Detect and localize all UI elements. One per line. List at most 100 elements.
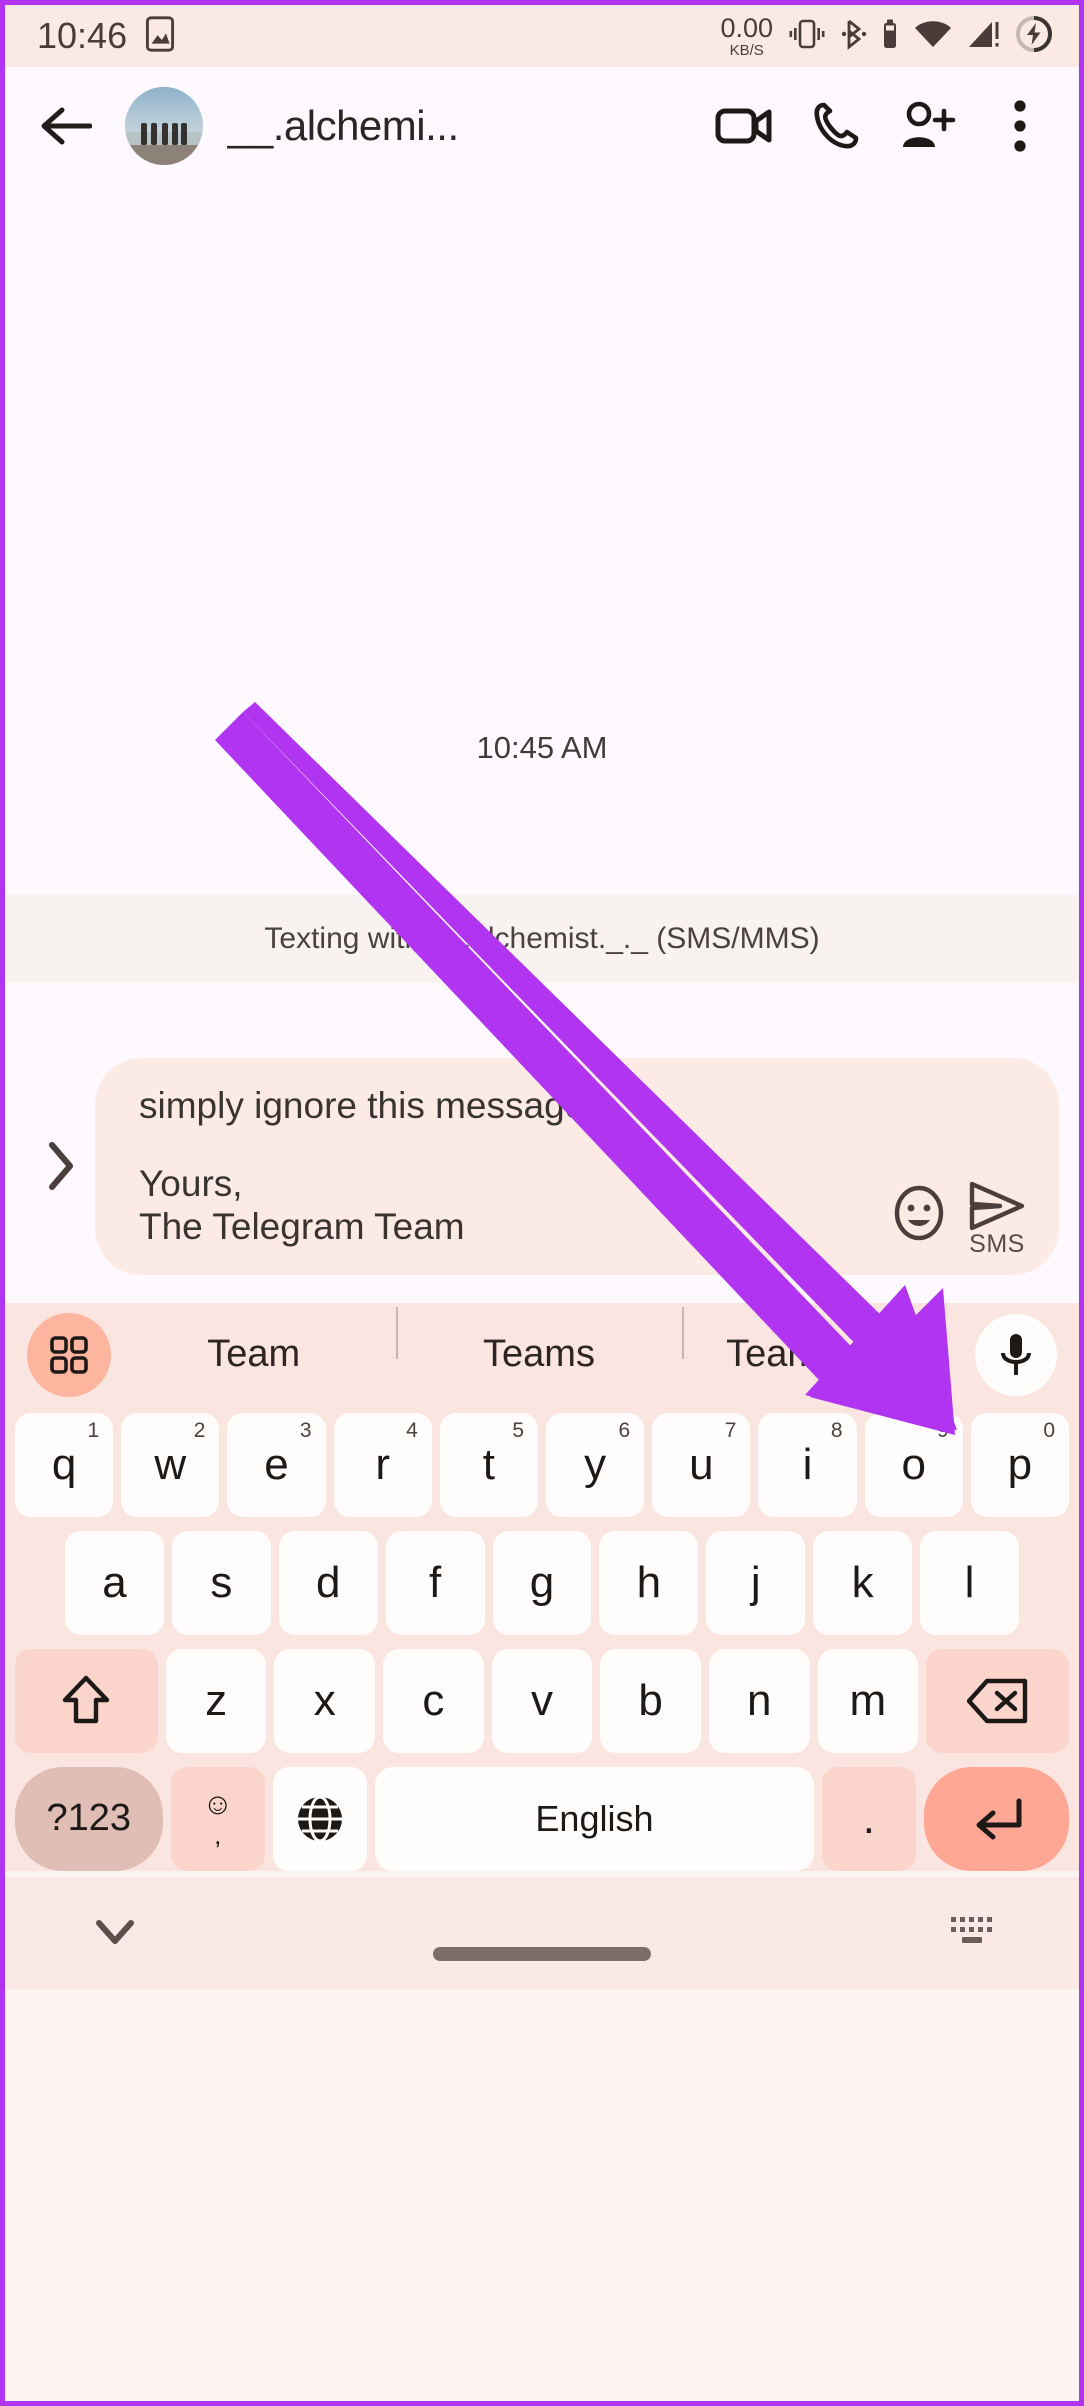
- space-key[interactable]: English: [375, 1766, 814, 1871]
- key-s[interactable]: s: [171, 1530, 271, 1635]
- switch-keyboard-button[interactable]: [949, 1913, 995, 1958]
- keyboard-row-4: ?123 ☺ , English .: [11, 1766, 1073, 1871]
- key-y[interactable]: 6y: [546, 1412, 645, 1517]
- key-p[interactable]: 0p: [970, 1412, 1070, 1517]
- key-p-label: p: [1007, 1439, 1033, 1489]
- key-t-sup: 5: [512, 1418, 524, 1442]
- composer-text-line-3: The Telegram Team: [139, 1206, 465, 1248]
- numbers-symbols-key[interactable]: ?123: [15, 1766, 163, 1871]
- language-switch-key[interactable]: [272, 1766, 368, 1871]
- key-l[interactable]: l: [920, 1530, 1020, 1635]
- enter-key[interactable]: [924, 1766, 1069, 1871]
- emoji-key[interactable]: ☺ ,: [170, 1766, 265, 1871]
- sms-banner: Texting with __.alchemist._._ (SMS/MMS): [5, 895, 1079, 983]
- key-h[interactable]: h: [599, 1530, 699, 1635]
- phone-call-icon[interactable]: [805, 95, 867, 157]
- key-m[interactable]: m: [817, 1648, 919, 1753]
- header-actions: [713, 95, 1051, 157]
- key-q-label: q: [51, 1439, 77, 1489]
- key-u-sup: 7: [724, 1418, 737, 1442]
- period-key[interactable]: .: [821, 1766, 917, 1871]
- key-j[interactable]: j: [706, 1530, 806, 1635]
- key-q[interactable]: 1q: [14, 1412, 114, 1517]
- key-v[interactable]: v: [491, 1648, 593, 1753]
- key-x[interactable]: x: [274, 1648, 376, 1753]
- key-e[interactable]: 3e: [227, 1412, 326, 1517]
- key-y-label: y: [584, 1439, 607, 1489]
- key-t[interactable]: 5t: [439, 1412, 538, 1517]
- key-r-label: r: [375, 1439, 391, 1489]
- key-d[interactable]: d: [278, 1530, 378, 1635]
- backspace-key[interactable]: [926, 1648, 1069, 1753]
- suggestion-word-2[interactable]: Teammates: [681, 1307, 967, 1376]
- chevron-down-icon: [96, 1919, 134, 1944]
- key-w-sup: 2: [193, 1418, 206, 1442]
- add-person-icon[interactable]: [897, 95, 959, 157]
- grid-apps-icon[interactable]: [27, 1312, 111, 1397]
- key-g[interactable]: g: [492, 1530, 592, 1635]
- composer-text-line-2: Yours,: [139, 1162, 243, 1204]
- status-bar: 10:46 0.00 KB/S: [5, 5, 1079, 67]
- status-bar-right: 0.00 KB/S: [720, 14, 1053, 59]
- send-paper-plane-icon: [969, 1181, 1025, 1231]
- send-button[interactable]: SMS: [955, 1180, 1039, 1259]
- message-composer: simply ignore this message Yours, The Te…: [5, 1040, 1079, 1303]
- key-o-label: o: [901, 1439, 926, 1489]
- hide-keyboard-chevron-button[interactable]: [95, 1919, 135, 1952]
- suggestion-word-1[interactable]: Teams: [396, 1307, 681, 1376]
- key-n[interactable]: n: [708, 1648, 810, 1753]
- backspace-icon: [966, 1678, 1027, 1724]
- key-o[interactable]: 9o: [864, 1412, 963, 1517]
- key-r[interactable]: 4r: [333, 1412, 432, 1517]
- keyboard-row-3: z x c v b n m: [11, 1648, 1073, 1753]
- vibrate-icon: [787, 17, 827, 56]
- video-call-icon[interactable]: [713, 95, 775, 157]
- system-navigation-bar: [5, 1876, 1079, 1989]
- emoji-key-top: ☺: [202, 1787, 234, 1821]
- key-z[interactable]: z: [165, 1648, 267, 1753]
- avatar[interactable]: [125, 87, 203, 165]
- overflow-menu-icon[interactable]: [989, 95, 1051, 157]
- data-rate-unit: KB/S: [729, 41, 764, 59]
- key-i[interactable]: 8i: [758, 1412, 857, 1517]
- conversation-area: 10:45 AM Texting with __.alchemist._._ (…: [5, 185, 1079, 1040]
- key-e-sup: 3: [299, 1418, 312, 1442]
- page-title[interactable]: __.alchemi...: [227, 102, 703, 150]
- home-gesture-pill[interactable]: [433, 1946, 651, 1961]
- image-icon: [145, 15, 175, 57]
- key-k[interactable]: k: [813, 1530, 913, 1635]
- message-input-field[interactable]: simply ignore this message Yours, The Te…: [95, 1058, 1059, 1275]
- suggestion-word-0[interactable]: Team: [111, 1333, 396, 1376]
- hide-keyboard-icon: [951, 1916, 992, 1943]
- key-w-label: w: [154, 1439, 187, 1489]
- cellular-signal-alert-icon: [967, 18, 1001, 55]
- key-i-label: i: [802, 1439, 813, 1489]
- status-bar-left: 10:46: [37, 15, 175, 57]
- key-o-sup: 9: [937, 1418, 949, 1442]
- back-button[interactable]: [35, 95, 97, 157]
- key-f[interactable]: f: [385, 1530, 485, 1635]
- composer-text-line-1: simply ignore this message: [139, 1085, 586, 1126]
- key-y-sup: 6: [618, 1418, 631, 1442]
- key-a[interactable]: a: [65, 1530, 164, 1635]
- microphone-icon[interactable]: [975, 1313, 1057, 1396]
- key-c[interactable]: c: [383, 1648, 484, 1753]
- smiley-face-icon[interactable]: [891, 1185, 947, 1241]
- key-u-label: u: [689, 1439, 714, 1489]
- shift-key[interactable]: [15, 1648, 158, 1753]
- message-timestamp: 10:45 AM: [476, 730, 608, 765]
- language-globe-icon: [298, 1795, 343, 1843]
- keyboard-suggestion-bar: Team Teams Teammates: [5, 1302, 1079, 1407]
- keyboard-row-2: a s d f g h j k l: [11, 1530, 1073, 1635]
- key-r-sup: 4: [406, 1418, 418, 1442]
- send-button-label: SMS: [969, 1229, 1025, 1258]
- key-u[interactable]: 7u: [652, 1412, 751, 1517]
- wifi-icon: [913, 18, 953, 55]
- key-w[interactable]: 2w: [121, 1412, 220, 1517]
- key-q-sup: 1: [87, 1418, 100, 1442]
- data-rate-indicator: 0.00 KB/S: [720, 14, 773, 59]
- expand-options-button[interactable]: [25, 1139, 95, 1193]
- on-screen-keyboard: 1q 2w 3e 4r 5t 6y 7u 8i 9o 0p a s d f g …: [5, 1406, 1079, 1871]
- key-b[interactable]: b: [600, 1648, 701, 1753]
- phone-screen: 10:46 0.00 KB/S __.alchemi... 10:45 AM T…: [0, 0, 1084, 2406]
